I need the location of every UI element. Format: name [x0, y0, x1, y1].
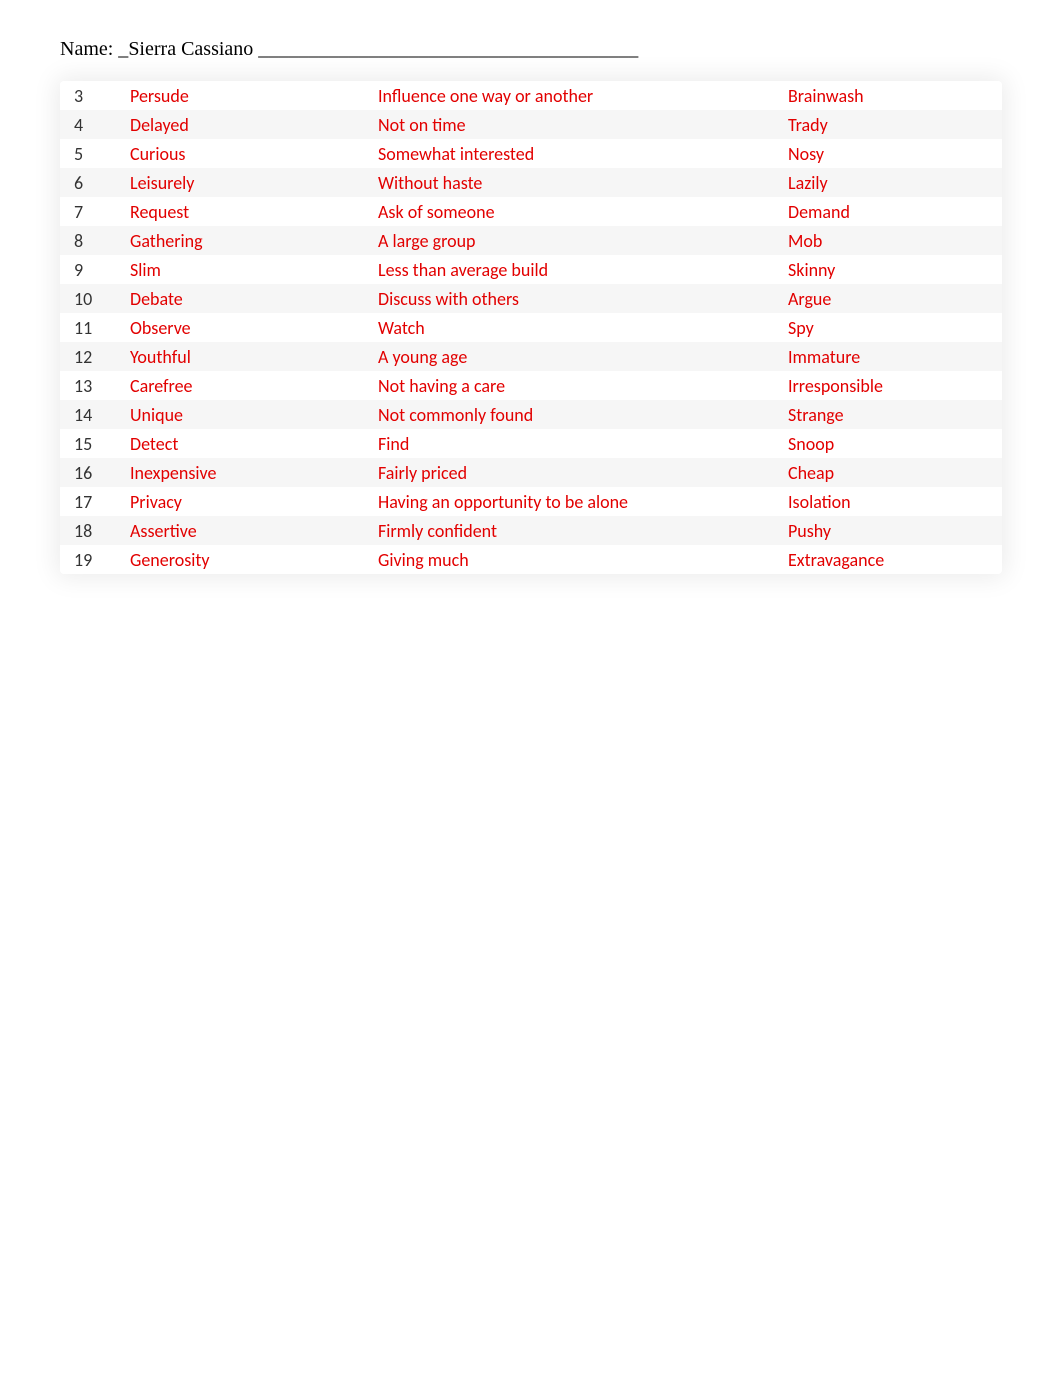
row-word: Gathering [130, 230, 378, 252]
row-word: Privacy [130, 491, 378, 513]
row-synonym: Demand [788, 201, 1002, 223]
table-row: 4DelayedNot on timeTrady [60, 110, 1002, 139]
row-synonym: Brainwash [788, 85, 1002, 107]
table-row: 7RequestAsk of someoneDemand [60, 197, 1002, 226]
row-number: 3 [60, 85, 130, 107]
table-row: 15DetectFindSnoop [60, 429, 1002, 458]
table-row: 13CarefreeNot having a careIrresponsible [60, 371, 1002, 400]
name-line: Name: _Sierra Cassiano _________________… [60, 38, 1002, 61]
row-synonym: Nosy [788, 143, 1002, 165]
row-definition: A young age [378, 346, 788, 368]
table-row: 14UniqueNot commonly foundStrange [60, 400, 1002, 429]
table-row: 16InexpensiveFairly pricedCheap [60, 458, 1002, 487]
row-word: Debate [130, 288, 378, 310]
table-row: 8GatheringA large groupMob [60, 226, 1002, 255]
row-synonym: Irresponsible [788, 375, 1002, 397]
row-number: 7 [60, 201, 130, 223]
table-row: 3PersudeInfluence one way or anotherBrai… [60, 81, 1002, 110]
row-number: 9 [60, 259, 130, 281]
row-synonym: Snoop [788, 433, 1002, 455]
table-row: 12YouthfulA young ageImmature [60, 342, 1002, 371]
name-label: Name: _ [60, 38, 128, 60]
table-row: 9SlimLess than average buildSkinny [60, 255, 1002, 284]
row-definition: Giving much [378, 549, 788, 571]
row-synonym: Skinny [788, 259, 1002, 281]
row-word: Curious [130, 143, 378, 165]
row-word: Leisurely [130, 172, 378, 194]
row-synonym: Extravagance [788, 549, 1002, 571]
row-word: Assertive [130, 520, 378, 542]
row-synonym: Lazily [788, 172, 1002, 194]
row-word: Detect [130, 433, 378, 455]
row-definition: Less than average build [378, 259, 788, 281]
row-number: 16 [60, 462, 130, 484]
row-word: Delayed [130, 114, 378, 136]
row-synonym: Immature [788, 346, 1002, 368]
row-word: Persude [130, 85, 378, 107]
row-word: Carefree [130, 375, 378, 397]
row-definition: A large group [378, 230, 788, 252]
row-number: 4 [60, 114, 130, 136]
word-table: 3PersudeInfluence one way or anotherBrai… [60, 81, 1002, 574]
row-number: 15 [60, 433, 130, 455]
table-row: 17PrivacyHaving an opportunity to be alo… [60, 487, 1002, 516]
row-definition: Somewhat interested [378, 143, 788, 165]
table-row: 10DebateDiscuss with othersArgue [60, 284, 1002, 313]
table-row: 6LeisurelyWithout hasteLazily [60, 168, 1002, 197]
row-number: 19 [60, 549, 130, 571]
row-word: Request [130, 201, 378, 223]
row-definition: Without haste [378, 172, 788, 194]
row-word: Slim [130, 259, 378, 281]
row-synonym: Trady [788, 114, 1002, 136]
row-word: Youthful [130, 346, 378, 368]
row-definition: Fairly priced [378, 462, 788, 484]
row-definition: Watch [378, 317, 788, 339]
row-word: Unique [130, 404, 378, 426]
table-row: 18AssertiveFirmly confidentPushy [60, 516, 1002, 545]
row-definition: Discuss with others [378, 288, 788, 310]
row-synonym: Spy [788, 317, 1002, 339]
row-definition: Find [378, 433, 788, 455]
row-definition: Ask of someone [378, 201, 788, 223]
name-underline: ______________________________________ [253, 38, 638, 60]
row-number: 6 [60, 172, 130, 194]
row-definition: Influence one way or another [378, 85, 788, 107]
name-value: Sierra Cassiano [128, 38, 253, 60]
row-number: 10 [60, 288, 130, 310]
table-row: 11ObserveWatchSpy [60, 313, 1002, 342]
row-number: 17 [60, 491, 130, 513]
table-row: 19GenerosityGiving muchExtravagance [60, 545, 1002, 574]
row-number: 18 [60, 520, 130, 542]
row-definition: Not on time [378, 114, 788, 136]
row-synonym: Cheap [788, 462, 1002, 484]
row-number: 5 [60, 143, 130, 165]
row-number: 12 [60, 346, 130, 368]
row-definition: Not commonly found [378, 404, 788, 426]
row-synonym: Isolation [788, 491, 1002, 513]
row-word: Generosity [130, 549, 378, 571]
row-definition: Having an opportunity to be alone [378, 491, 788, 513]
table-row: 5CuriousSomewhat interestedNosy [60, 139, 1002, 168]
row-definition: Firmly confident [378, 520, 788, 542]
row-synonym: Pushy [788, 520, 1002, 542]
row-number: 14 [60, 404, 130, 426]
row-number: 11 [60, 317, 130, 339]
row-word: Inexpensive [130, 462, 378, 484]
row-number: 13 [60, 375, 130, 397]
row-synonym: Strange [788, 404, 1002, 426]
row-word: Observe [130, 317, 378, 339]
row-number: 8 [60, 230, 130, 252]
row-synonym: Argue [788, 288, 1002, 310]
row-definition: Not having a care [378, 375, 788, 397]
row-synonym: Mob [788, 230, 1002, 252]
